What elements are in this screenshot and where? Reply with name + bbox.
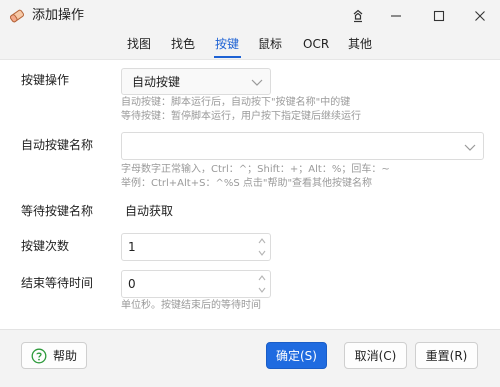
chevron-down-icon (464, 144, 476, 151)
cancel-button[interactable]: 取消(C) (344, 342, 407, 369)
auto-key-name-combo[interactable] (121, 132, 484, 160)
question-circle-icon (31, 348, 47, 363)
maximize-button[interactable] (419, 0, 459, 32)
end-wait-time-stepper[interactable]: 0 (121, 270, 271, 298)
help-button-label: 帮助 (52, 349, 77, 363)
auto-key-name-hint-2: 举例：Ctrl+Alt+S：^%S 点击"帮助"查看其他按键名称 (121, 178, 373, 189)
tab-find-color[interactable]: 找色 (171, 36, 195, 52)
key-form: 按键操作 自动按键 自动按键：脚本运行后，自动按下"按键名称"中的键 等待按键：… (0, 60, 500, 329)
eraser-icon (9, 9, 25, 23)
key-count-stepper[interactable]: 1 (121, 233, 271, 261)
tab-other[interactable]: 其他 (348, 36, 372, 52)
title-bar: 添加操作 (0, 0, 500, 32)
confirm-button[interactable]: 确定(S) (266, 342, 327, 369)
close-button[interactable] (460, 0, 500, 32)
cancel-button-label: 取消(C) (354, 349, 397, 363)
spin-up-icon[interactable] (256, 272, 268, 284)
minimize-button[interactable] (376, 0, 416, 32)
window-title: 添加操作 (32, 8, 85, 23)
pin-button[interactable] (338, 0, 378, 32)
confirm-button-label: 确定(S) (276, 349, 317, 363)
key-action-hint-2: 等待按键：暂停脚本运行，用户按下指定键后继续运行 (121, 111, 361, 122)
end-wait-time-label: 结束等待时间 (21, 276, 94, 290)
active-tab-indicator (214, 56, 241, 58)
key-action-value: 自动按键 (132, 75, 181, 89)
tab-ocr[interactable]: OCR (303, 36, 329, 52)
wait-key-name-label: 等待按键名称 (21, 204, 94, 218)
end-wait-time-hint: 单位秒。按键结束后的等待时间 (121, 300, 261, 311)
help-button[interactable]: 帮助 (21, 342, 87, 369)
tab-keys[interactable]: 按键 (215, 36, 239, 52)
tab-mouse[interactable]: 鼠标 (258, 36, 282, 52)
reset-button[interactable]: 重置(R) (415, 342, 478, 369)
close-icon (475, 11, 485, 21)
spin-down-icon[interactable] (256, 247, 268, 259)
chevron-down-icon (251, 79, 263, 86)
key-action-label: 按键操作 (21, 73, 70, 87)
key-count-label: 按键次数 (21, 239, 70, 253)
tab-find-image[interactable]: 找图 (127, 36, 151, 52)
auto-key-name-label: 自动按键名称 (21, 138, 94, 152)
reset-button-label: 重置(R) (425, 349, 468, 363)
tab-bar: 找图 找色 按键 鼠标 OCR 其他 (0, 32, 500, 60)
wait-key-name-value: 自动获取 (125, 204, 174, 218)
maximize-icon (433, 10, 445, 22)
auto-key-name-hint-1: 字母数字正常输入，Ctrl：^；Shift：+；Alt：%；回车：~ (121, 164, 390, 175)
key-action-select[interactable]: 自动按键 (121, 68, 271, 95)
pin-icon (353, 9, 363, 23)
key-action-hint-1: 自动按键：脚本运行后，自动按下"按键名称"中的键 (121, 97, 351, 108)
minimize-icon (391, 15, 401, 17)
dialog-footer: 帮助 确定(S) 取消(C) 重置(R) (0, 329, 500, 387)
spin-up-icon[interactable] (256, 235, 268, 247)
key-count-value: 1 (128, 240, 136, 254)
spin-down-icon[interactable] (256, 284, 268, 296)
end-wait-time-value: 0 (128, 277, 136, 291)
